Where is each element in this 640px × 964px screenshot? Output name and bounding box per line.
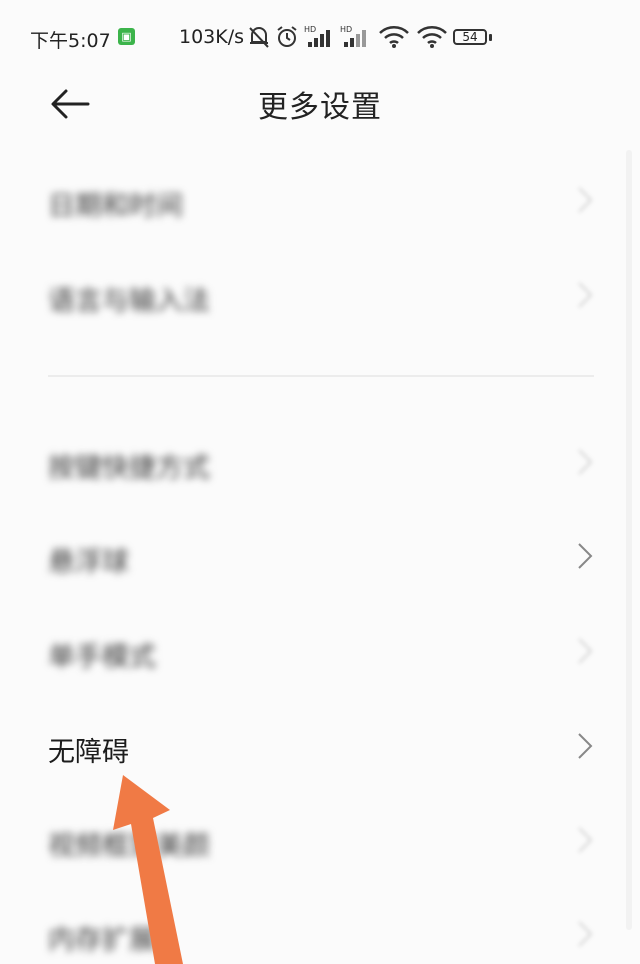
list-item-label: 按键快捷方式 — [48, 453, 210, 484]
chevron-right-icon — [578, 827, 593, 853]
status-bar: 下午5:07 ▣ 103K/s HD HD 54 — [0, 0, 640, 76]
wifi-icon — [379, 26, 409, 48]
battery-tip — [489, 34, 492, 41]
app-icon: ▣ — [118, 28, 135, 45]
pointer-arrow-icon — [113, 775, 183, 964]
chevron-right-icon — [578, 733, 593, 759]
mute-bell-icon — [249, 27, 269, 48]
list-item-floating-ball[interactable]: 悬浮球 — [0, 526, 640, 586]
status-time: 下午5:07 — [30, 30, 111, 52]
list-item-shortcuts[interactable]: 按键快捷方式 — [0, 432, 640, 492]
list-item-language[interactable]: 语言与输入法 — [0, 265, 640, 325]
list-item-label: 无障碍 — [48, 737, 129, 768]
chevron-right-icon — [578, 187, 593, 213]
list-item-label: 单手模式 — [48, 642, 156, 673]
svg-text:HD: HD — [304, 25, 316, 34]
hd-signal-icon: HD — [340, 25, 366, 47]
list-item-label: 日期和时间 — [48, 191, 183, 222]
list-item-label: 语言与输入法 — [48, 286, 210, 317]
hd-signal-icon: HD — [304, 25, 330, 47]
divider — [48, 375, 594, 377]
list-item-label: 悬浮球 — [48, 547, 129, 578]
net-speed: 103K/s — [179, 26, 245, 48]
battery-icon: 54 — [453, 29, 487, 45]
list-item-accessibility[interactable]: 无障碍 — [0, 716, 640, 776]
alarm-icon — [277, 26, 297, 47]
chevron-right-icon — [578, 638, 593, 664]
svg-text:HD: HD — [340, 25, 352, 34]
chevron-right-icon — [578, 449, 593, 475]
page-title: 更多设置 — [258, 90, 382, 125]
list-item-one-hand[interactable]: 单手模式 — [0, 621, 640, 681]
chevron-right-icon — [578, 282, 593, 308]
chevron-right-icon — [578, 543, 593, 569]
chevron-right-icon — [578, 921, 593, 947]
list-item-date-time[interactable]: 日期和时间 — [0, 170, 640, 230]
wifi-icon — [417, 26, 447, 48]
